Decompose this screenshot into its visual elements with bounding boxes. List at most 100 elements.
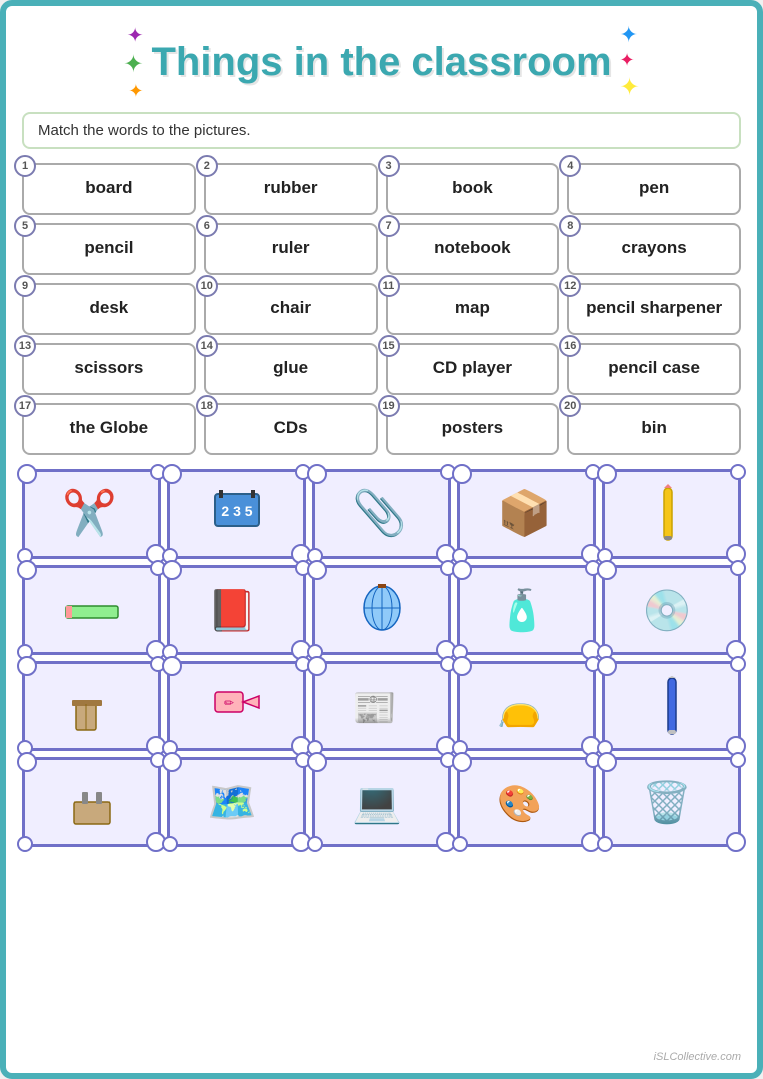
star-purple: ✦ [127, 23, 144, 48]
svg-text:🗑️: 🗑️ [642, 779, 692, 825]
picture-clip: 📎 [341, 473, 423, 555]
word-item: 8 crayons [567, 223, 741, 275]
picture-ruler [51, 569, 133, 651]
instruction-text: Match the words to the pictures. [38, 122, 251, 139]
picture-cell-glue: 🧴 [457, 565, 596, 655]
picture-cell-pencilcase: 👝 [457, 661, 596, 751]
picture-cell-crayons: 🎨 [457, 757, 596, 847]
word-item: 12 pencil sharpener [567, 283, 741, 335]
corner-tr [730, 656, 746, 672]
star-green: ✦ [123, 50, 143, 79]
corner-tr [730, 560, 746, 576]
word-item: 4 pen [567, 163, 741, 215]
word-label: the Globe [70, 418, 148, 438]
corner-bl [307, 836, 323, 852]
word-label: posters [442, 418, 503, 438]
word-label: ruler [272, 238, 310, 258]
word-number: 13 [14, 335, 36, 357]
picture-poster: 📰 [341, 665, 423, 747]
word-number: 12 [559, 275, 581, 297]
svg-text:✏: ✏ [223, 696, 233, 710]
word-number: 3 [378, 155, 400, 177]
svg-text:🗺️: 🗺️ [207, 781, 257, 825]
word-label: scissors [74, 358, 143, 378]
star-yellow: ✦ [620, 73, 640, 102]
svg-text:🧴: 🧴 [497, 587, 547, 633]
word-number: 4 [559, 155, 581, 177]
svg-text:📰: 📰 [352, 687, 397, 728]
svg-text:2 3 5: 2 3 5 [221, 503, 252, 519]
picture-cell-board: 2 3 5 [167, 469, 306, 559]
picture-cell-bin: 🗑️ [602, 757, 741, 847]
stars-right: ✦ ✦ ✦ [620, 22, 640, 102]
word-label: bin [641, 418, 667, 438]
svg-text:🎨: 🎨 [497, 782, 542, 824]
picture-box: 📦 [486, 473, 568, 555]
word-item: 10 chair [204, 283, 378, 335]
corner-bl [452, 836, 468, 852]
corner-bl [17, 836, 33, 852]
word-label: notebook [434, 238, 511, 258]
picture-cell-scissors: ✂️ [22, 469, 161, 559]
word-number: 7 [378, 215, 400, 237]
word-label: desk [90, 298, 129, 318]
svg-text:💿: 💿 [642, 587, 692, 634]
picture-cell-globe [312, 565, 451, 655]
picture-cd: 💿 [631, 569, 713, 651]
picture-rubber: ✏ [196, 665, 278, 747]
word-label: pencil sharpener [586, 298, 722, 318]
word-item: 14 glue [204, 343, 378, 395]
picture-glue: 🧴 [486, 569, 568, 651]
word-number: 8 [559, 215, 581, 237]
picture-pen [631, 665, 713, 747]
word-label: pencil [84, 238, 133, 258]
svg-text:👝: 👝 [497, 687, 542, 728]
word-label: CDs [274, 418, 308, 438]
picture-cell-desk [22, 757, 161, 847]
picture-pencilcase: 👝 [486, 665, 568, 747]
word-item: 19 posters [386, 403, 560, 455]
word-item: 7 notebook [386, 223, 560, 275]
corner-tr [730, 752, 746, 768]
word-item: 17 the Globe [22, 403, 196, 455]
word-label: board [85, 178, 132, 198]
picture-cdplayer: 💻 [341, 761, 423, 843]
word-label: pencil case [608, 358, 700, 378]
word-number: 20 [559, 395, 581, 417]
svg-text:📕: 📕 [207, 589, 257, 633]
word-number: 1 [14, 155, 36, 177]
word-label: map [455, 298, 490, 318]
word-item: 16 pencil case [567, 343, 741, 395]
word-item: 5 pencil [22, 223, 196, 275]
picture-bin: 🗑️ [631, 761, 713, 843]
word-item: 6 ruler [204, 223, 378, 275]
word-number: 2 [196, 155, 218, 177]
word-number: 15 [378, 335, 400, 357]
word-number: 5 [14, 215, 36, 237]
picture-scissors: ✂️ [51, 473, 133, 555]
word-number: 10 [196, 275, 218, 297]
svg-text:💻: 💻 [352, 781, 402, 825]
word-item: 1 board [22, 163, 196, 215]
star-blue: ✦ [620, 22, 638, 48]
word-number: 14 [196, 335, 218, 357]
word-number: 9 [14, 275, 36, 297]
picture-cell-pencil [602, 469, 741, 559]
word-number: 17 [14, 395, 36, 417]
word-number: 18 [196, 395, 218, 417]
picture-cell-ruler [22, 565, 161, 655]
word-item: 11 map [386, 283, 560, 335]
picture-chair [51, 665, 133, 747]
corner-bl [162, 836, 178, 852]
picture-cell-rubber: ✏ [167, 661, 306, 751]
corner-bl [597, 836, 613, 852]
picture-desk [51, 761, 133, 843]
picture-cell-cd: 💿 [602, 565, 741, 655]
word-label: CD player [433, 358, 512, 378]
picture-cell-cdplayer: 💻 [312, 757, 451, 847]
words-grid: 1 board 2 rubber 3 book 4 pen 5 pencil 6… [22, 163, 741, 455]
word-label: glue [273, 358, 308, 378]
svg-text:📎: 📎 [352, 486, 407, 539]
word-label: book [452, 178, 493, 198]
word-item: 2 rubber [204, 163, 378, 215]
